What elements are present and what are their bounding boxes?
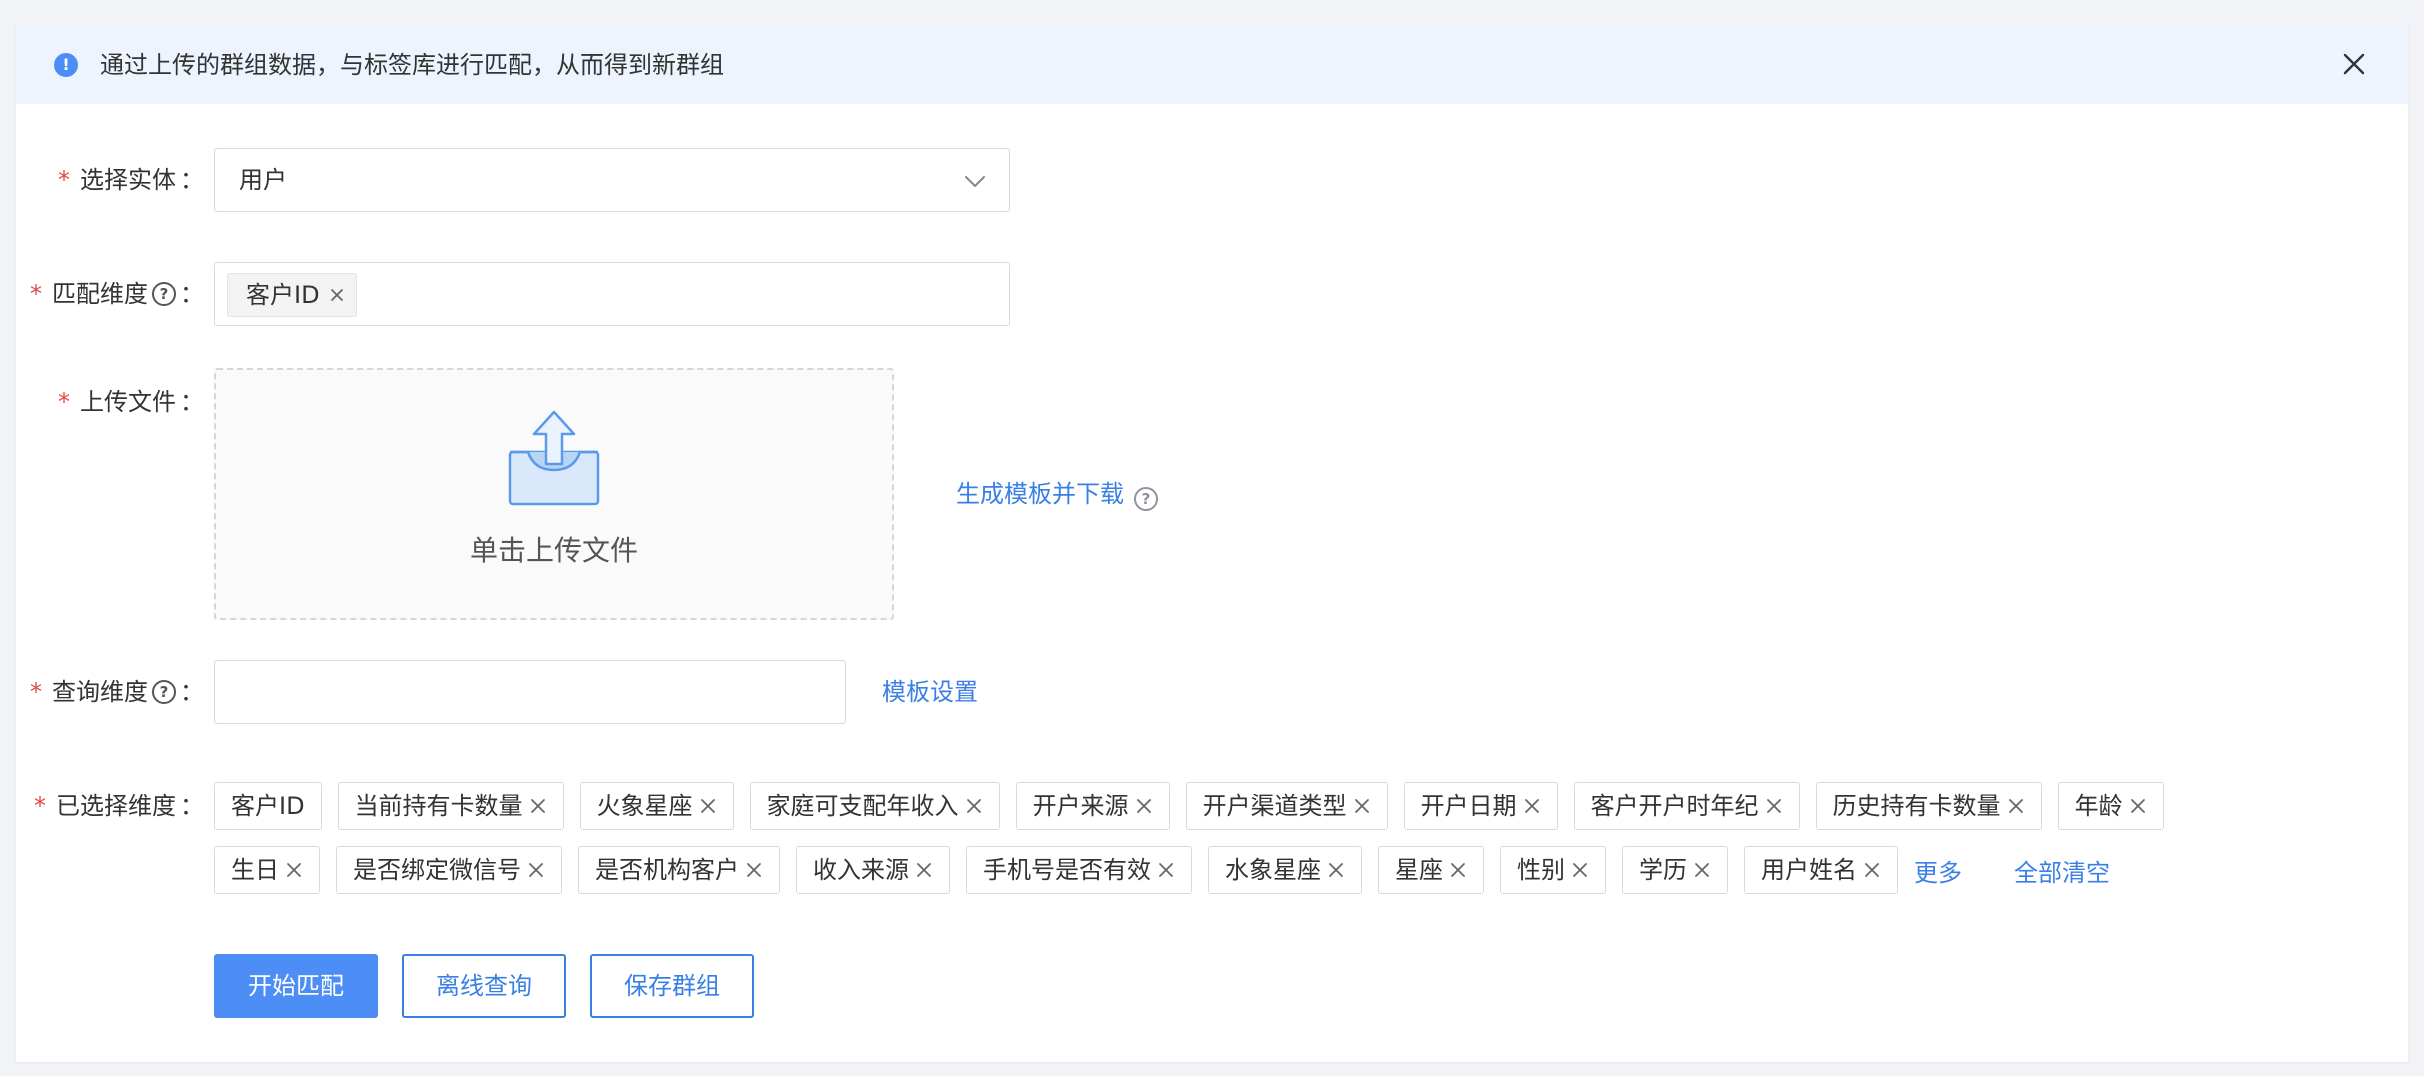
entity-select[interactable]: 用户 (214, 148, 1010, 212)
entity-label: * 选择实体 ： (58, 166, 204, 194)
match-panel: ! 通过上传的群组数据，与标签库进行匹配，从而得到新群组 * 选择实体 ： 用户… (16, 24, 2408, 1062)
upload-label: * 上传文件 ： (58, 388, 204, 416)
dimension-tag: 手机号是否有效 (966, 846, 1192, 894)
help-icon[interactable]: ? (1134, 487, 1158, 511)
close-icon[interactable] (1863, 861, 1881, 879)
close-icon[interactable] (1765, 797, 1783, 815)
close-icon[interactable] (915, 861, 933, 879)
chevron-down-icon (965, 176, 985, 187)
close-icon[interactable] (529, 797, 547, 815)
query-dimension-input[interactable] (214, 660, 846, 724)
selected-dimensions-label: * 已选择维度 ： (34, 792, 204, 820)
dimension-tag: 用户姓名 (1744, 846, 1898, 894)
help-icon[interactable]: ? (152, 680, 176, 704)
alert-text: 通过上传的群组数据，与标签库进行匹配，从而得到新群组 (100, 51, 724, 79)
dimension-tag: 火象星座 (579, 782, 734, 830)
close-icon[interactable] (1327, 861, 1345, 879)
entity-select-value: 用户 (239, 166, 287, 194)
upload-prompt: 单击上传文件 (469, 534, 638, 567)
dimension-tag: 家庭可支配年收入 (749, 782, 1000, 830)
close-icon[interactable] (2336, 46, 2372, 82)
offline-query-button[interactable]: 离线查询 (402, 954, 566, 1018)
dimension-tag: 水象星座 (1208, 846, 1362, 894)
dimension-tag: 开户来源 (1015, 782, 1170, 830)
template-settings-link[interactable]: 模板设置 (882, 677, 978, 707)
info-alert: ! 通过上传的群组数据，与标签库进行匹配，从而得到新群组 (16, 24, 2408, 104)
match-dimension-select[interactable]: 客户ID (214, 262, 1010, 326)
clear-all-link[interactable]: 全部清空 (2014, 853, 2110, 888)
info-icon: ! (54, 53, 78, 77)
tag-row-2: 生日 是否绑定微信号 是否机构客户 收入来源 手机号是否有效 水象星座 星座 性… (214, 846, 2354, 894)
generate-template-link[interactable]: 生成模板并下载? (956, 479, 1158, 511)
close-icon[interactable] (1157, 861, 1175, 879)
dimension-tag: 是否机构客户 (578, 846, 780, 894)
close-icon[interactable] (699, 797, 717, 815)
more-link[interactable]: 更多 (1914, 853, 1962, 888)
query-dimension-label: * 查询维度 ? ： (30, 678, 204, 706)
close-icon[interactable] (745, 861, 763, 879)
dimension-tag: 客户开户时年纪 (1573, 782, 1800, 830)
close-icon[interactable] (1135, 797, 1153, 815)
close-icon[interactable] (1571, 861, 1589, 879)
dimension-tag: 客户ID (214, 782, 322, 830)
close-icon[interactable] (965, 797, 983, 815)
dimension-tag: 生日 (214, 846, 320, 894)
close-icon[interactable] (285, 861, 303, 879)
tag-row-1: 客户ID 当前持有卡数量 火象星座 家庭可支配年收入 开户来源 开户渠道类型 开… (214, 782, 2354, 830)
close-icon[interactable] (1353, 797, 1371, 815)
match-dimension-label: * 匹配维度 ? ： (30, 280, 204, 308)
close-icon[interactable] (2129, 797, 2147, 815)
close-icon[interactable] (1449, 861, 1467, 879)
dimension-tag: 性别 (1500, 846, 1606, 894)
close-icon[interactable] (1693, 861, 1711, 879)
close-icon[interactable] (527, 861, 545, 879)
remove-chip-icon[interactable] (328, 286, 346, 304)
close-icon[interactable] (2007, 797, 2025, 815)
dimension-tag: 年龄 (2057, 782, 2164, 830)
dimension-tag: 收入来源 (796, 846, 950, 894)
upload-inbox-icon (508, 410, 600, 506)
selected-dimensions-list: 客户ID 当前持有卡数量 火象星座 家庭可支配年收入 开户来源 开户渠道类型 开… (214, 782, 2354, 910)
dimension-tag: 当前持有卡数量 (337, 782, 564, 830)
save-group-button[interactable]: 保存群组 (590, 954, 754, 1018)
close-icon[interactable] (1523, 797, 1541, 815)
dimension-tag: 星座 (1378, 846, 1484, 894)
dimension-tag: 学历 (1622, 846, 1728, 894)
dimension-tag: 开户渠道类型 (1185, 782, 1388, 830)
dimension-tag: 是否绑定微信号 (336, 846, 562, 894)
start-match-button[interactable]: 开始匹配 (214, 954, 378, 1018)
dimension-tag: 开户日期 (1403, 782, 1558, 830)
match-dimension-chip: 客户ID (227, 273, 357, 317)
help-icon[interactable]: ? (152, 282, 176, 306)
upload-dropzone[interactable]: 单击上传文件 (214, 368, 894, 620)
dimension-tag: 历史持有卡数量 (1815, 782, 2042, 830)
